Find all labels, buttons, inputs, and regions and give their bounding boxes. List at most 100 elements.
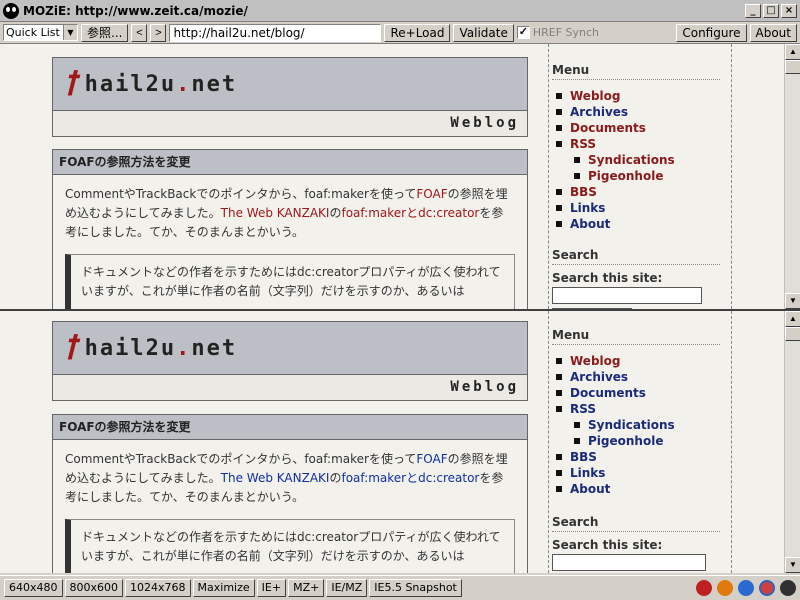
ie-icon[interactable] [738,580,754,596]
bottom-scrollbar[interactable]: ▲ ▼ [784,311,800,573]
href-synch-checkbox[interactable]: ✓ [516,26,530,39]
kanzaki-link[interactable]: The Web KANZAKI [221,471,330,485]
forward-button[interactable]: > [150,23,167,42]
reload-button[interactable]: Re+Load [384,23,451,42]
foaf-link[interactable]: FOAF [416,452,447,466]
about-button[interactable]: About [749,23,797,42]
configure-button[interactable]: Configure [676,23,747,42]
maximize-button[interactable]: □ [763,3,779,18]
menu-item-pigeonhole[interactable]: Pigeonhole [552,168,720,184]
foaf-link[interactable]: FOAF [416,187,447,201]
menu-item-bbs[interactable]: BBS [552,184,720,200]
quick-list-select[interactable]: Quick List ▼ [3,24,78,41]
menu-item-weblog[interactable]: Weblog [552,88,720,104]
firebird-icon[interactable] [717,580,733,596]
top-scrollbar[interactable]: ▲ ▼ [784,44,800,309]
menu-heading: Menu [552,63,720,80]
href-synch-label: HREF Synch [532,26,600,39]
scroll-thumb[interactable] [785,60,800,74]
menu-list: Weblog Archives Documents RSS Syndications Pi… [552,353,720,497]
logo-mark-icon: ꝉ [63,65,77,103]
blockquote: ドキュメントなどの作者を示すためにはdc:creatorプロパティが広く使われて… [65,254,515,309]
search-label: Search this site: [552,271,663,285]
top-render-pane[interactable]: ꝉ hail2u.net Weblog FOAFの参照方法を変更 Comment… [0,44,800,309]
menu-item-bbs[interactable]: BBS [552,449,720,465]
sidebar: Menu Weblog Archives Documents RSS Syndicati… [548,311,732,573]
entry-body: CommentやTrackBackでのポインタから、foaf:makerを使って… [65,452,508,504]
scroll-down-icon[interactable]: ▼ [785,557,800,573]
menu-item-about[interactable]: About [552,481,720,497]
site-header: ꝉ hail2u.net Weblog [52,321,528,401]
preset-button-ie-mz[interactable]: IE/MZ [326,579,368,597]
url-input[interactable]: http://hail2u.net/blog/ [169,23,382,42]
menu-item-links[interactable]: Links [552,465,720,481]
logo-mark-icon: ꝉ [63,329,77,367]
menu-item-syndications[interactable]: Syndications [552,152,720,168]
sidebar: Menu Weblog Archives Documents RSS Syndicati… [548,44,732,309]
scroll-down-icon[interactable]: ▼ [785,293,800,309]
menu-item-documents[interactable]: Documents [552,385,720,401]
validate-button[interactable]: Validate [453,23,514,42]
scroll-up-icon[interactable]: ▲ [785,311,800,327]
entry-title: FOAFの参照方法を変更 [53,415,527,440]
section-title: Weblog [53,110,527,136]
menu-item-links[interactable]: Links [552,200,720,216]
title-bar: MOZiE: http://www.zeit.ca/mozie/ _ □ × [0,0,800,22]
quick-list-value: Quick List [6,26,60,39]
scroll-up-icon[interactable]: ▲ [785,44,800,60]
mozie-icon[interactable] [780,580,796,596]
window-title: MOZiE: http://www.zeit.ca/mozie/ [23,3,248,18]
search-input[interactable] [552,287,702,304]
entry-title: FOAFの参照方法を変更 [53,150,527,175]
menu-item-archives[interactable]: Archives [552,104,720,120]
tray-icons [696,580,796,596]
page-content: ꝉ hail2u.net Weblog FOAFの参照方法を変更 Comment… [0,311,784,573]
menu-item-weblog[interactable]: Weblog [552,353,720,369]
status-bar: 640x480 800x600 1024x768 Maximize IE+ MZ+ IE/M… [0,575,800,600]
back-button[interactable]: < [131,23,148,42]
blog-entry: FOAFの参照方法を変更 CommentやTrackBackでのポインタから、f… [52,414,528,573]
site-logo[interactable]: ꝉ hail2u.net [53,322,527,374]
entry-body: CommentやTrackBackでのポインタから、foaf:makerを使って… [65,187,508,239]
maker-creator-link[interactable]: foaf:makerとdc:creator [341,471,479,485]
page-content: ꝉ hail2u.net Weblog FOAFの参照方法を変更 Comment… [0,44,784,309]
menu-list: Weblog Archives Documents RSS Syndications Pi… [552,88,720,232]
preset-button-mz-[interactable]: MZ+ [288,579,325,597]
maker-creator-link[interactable]: foaf:makerとdc:creator [341,206,479,220]
menu-item-pigeonhole[interactable]: Pigeonhole [552,433,720,449]
menu-item-about[interactable]: About [552,216,720,232]
opera-icon[interactable] [759,580,775,596]
browse-button[interactable]: 参照... [81,23,129,42]
minimize-button[interactable]: _ [745,3,761,18]
bottom-render-pane[interactable]: ꝉ hail2u.net Weblog FOAFの参照方法を変更 Comment… [0,311,800,573]
logo-text: hail2u.net [84,335,238,361]
preset-button-ie-[interactable]: IE+ [256,579,287,597]
search-input[interactable] [552,554,706,571]
kanzaki-link[interactable]: The Web KANZAKI [221,206,330,220]
menu-item-syndications[interactable]: Syndications [552,417,720,433]
close-button[interactable]: × [781,3,797,18]
toolbar: Quick List ▼ 参照... < > http://hail2u.net… [0,22,800,44]
blockquote: ドキュメントなどの作者を示すためにはdc:creatorプロパティが広く使われて… [65,519,515,573]
logo-text: hail2u.net [84,71,238,97]
search-heading: Search [552,248,720,265]
preset-button-800x600[interactable]: 800x600 [64,579,124,597]
menu-item-rss[interactable]: RSS [552,136,720,152]
preset-button-1024x768[interactable]: 1024x768 [125,579,191,597]
search-label: Search this site: [552,538,663,552]
menu-item-rss[interactable]: RSS [552,401,720,417]
site-header: ꝉ hail2u.net Weblog [52,57,528,137]
site-logo[interactable]: ꝉ hail2u.net [53,58,527,110]
preset-button-640x480[interactable]: 640x480 [4,579,63,597]
menu-heading: Menu [552,328,720,345]
mozie-app-icon [3,2,19,19]
menu-item-archives[interactable]: Archives [552,369,720,385]
menu-item-documents[interactable]: Documents [552,120,720,136]
preset-button-ie5-5-snapshot[interactable]: IE5.5 Snapshot [369,579,462,597]
section-title: Weblog [53,374,527,400]
mozilla-icon[interactable] [696,580,712,596]
scroll-thumb[interactable] [785,327,800,341]
preset-button-maximize[interactable]: Maximize [192,579,255,597]
search-heading: Search [552,515,720,532]
chevron-down-icon[interactable]: ▼ [63,25,77,40]
